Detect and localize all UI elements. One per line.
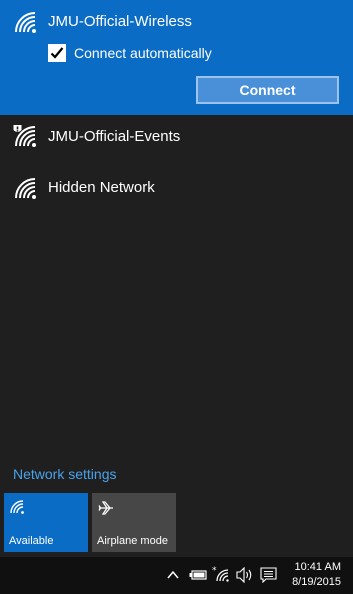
wifi-icon [15,178,36,199]
tile-label: Available [9,535,54,547]
network-settings-link[interactable]: Network settings [13,466,116,482]
clock-time: 10:41 AM [294,561,341,573]
network-flyout: JMU-Official-Wireless Connect automatica… [0,0,353,557]
clock[interactable]: 10:41 AM 8/19/2015 [292,560,341,590]
network-item-jmu-official-events[interactable]: JMU-Official-Events [0,115,353,163]
network-name: JMU-Official-Events [48,128,181,145]
wifi-icon[interactable]: * [212,565,230,583]
network-item-hidden-network[interactable]: Hidden Network [0,164,353,212]
chevron-up-icon[interactable] [167,570,179,580]
network-name: Hidden Network [48,179,155,196]
network-name: JMU-Official-Wireless [48,13,192,30]
tile-label: Airplane mode [97,535,168,547]
airplane-mode-tile[interactable]: Airplane mode [92,493,176,552]
connect-automatically-label: Connect automatically [74,45,212,61]
airplane-icon [98,501,113,515]
wifi-toggle-tile[interactable]: Available [4,493,88,552]
wifi-icon [10,500,24,514]
wifi-icon [15,12,36,33]
battery-icon[interactable] [189,569,207,581]
svg-text:*: * [212,566,217,576]
wifi-secured-icon [13,125,36,147]
clock-date: 8/19/2015 [292,576,341,588]
action-center-icon[interactable] [260,567,277,583]
connect-button[interactable]: Connect [196,76,339,104]
network-item-jmu-official-wireless[interactable]: JMU-Official-Wireless Connect automatica… [0,0,353,115]
volume-icon[interactable] [236,567,254,583]
taskbar: * 10:41 AM 8/19/2015 [0,557,353,594]
connect-automatically-checkbox[interactable] [48,44,66,62]
checkmark-icon [50,47,64,59]
